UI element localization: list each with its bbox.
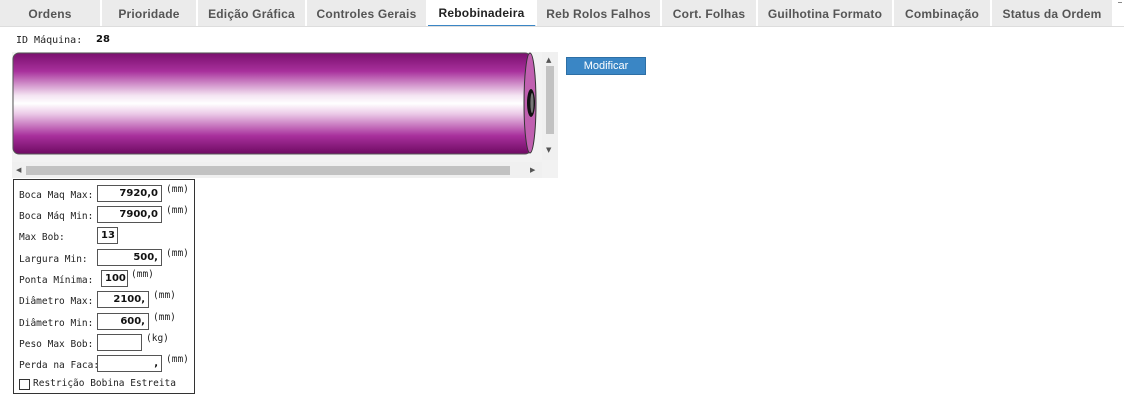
restricao-checkbox[interactable]	[19, 379, 30, 390]
scroll-right-icon[interactable]: ▶	[530, 166, 535, 174]
machine-parameters-panel: Boca Maq Max: 7920,0 (mm) Boca Máq Min: …	[13, 179, 195, 394]
diametro-max-input[interactable]: 2100,	[97, 291, 149, 308]
machine-id-label: ID Máquina:	[16, 35, 83, 46]
scroll-down-icon[interactable]: ▼	[546, 146, 551, 154]
tab-status-da-ordem[interactable]: Status da Ordem	[992, 0, 1113, 27]
field-unit: (mm)	[153, 312, 176, 323]
peso-max-bob-input[interactable]	[97, 334, 142, 351]
largura-min-input[interactable]: 500,	[97, 249, 162, 266]
field-label: Perda na Faca:	[19, 360, 100, 371]
field-label: Boca Máq Min:	[19, 211, 94, 222]
roll-viewer: ▲ ▼ ◀ ▶	[12, 52, 558, 178]
field-label: Diâmetro Max:	[19, 296, 94, 307]
field-unit: (mm)	[166, 354, 189, 365]
horizontal-scrollbar[interactable]: ◀ ▶	[12, 162, 542, 178]
tab-ordens[interactable]: Ordens	[0, 0, 101, 27]
tab-reb-rolos-falhos[interactable]: Reb Rolos Falhos	[537, 0, 661, 27]
field-unit: (mm)	[166, 248, 189, 259]
vertical-scroll-thumb[interactable]	[546, 66, 554, 134]
perda-na-faca-input[interactable]: ,	[97, 355, 162, 372]
scroll-left-icon[interactable]: ◀	[16, 166, 21, 174]
boca-maq-min-input[interactable]: 7900,0	[97, 206, 162, 223]
field-unit: (mm)	[153, 290, 176, 301]
field-unit: (mm)	[166, 205, 189, 216]
modify-button[interactable]: Modificar	[566, 57, 646, 75]
field-label: Largura Min:	[19, 254, 88, 265]
tab-controles-gerais[interactable]: Controles Gerais	[307, 0, 427, 27]
tab-guilhotina-formato[interactable]: Guilhotina Formato	[758, 0, 893, 27]
scroll-up-icon[interactable]: ▲	[546, 56, 551, 64]
ponta-minima-input[interactable]: 100	[101, 270, 128, 287]
horizontal-scroll-thumb[interactable]	[26, 166, 510, 175]
field-unit: (mm)	[166, 184, 189, 195]
machine-id-value: 28	[96, 34, 110, 45]
paper-roll-image	[12, 52, 537, 155]
tab-cort-folhas[interactable]: Cort. Folhas	[662, 0, 757, 27]
diametro-min-input[interactable]: 600,	[97, 313, 149, 330]
vertical-scrollbar[interactable]: ▲ ▼	[542, 52, 558, 160]
tab-edicao-grafica[interactable]: Edição Gráfica	[198, 0, 306, 27]
field-label: Max Bob:	[19, 232, 65, 243]
restricao-label: Restrição Bobina Estreita	[33, 378, 176, 389]
field-unit: (kg)	[146, 333, 169, 344]
field-label: Ponta Mínima:	[19, 275, 94, 286]
max-bob-input[interactable]: 13	[97, 227, 118, 244]
field-label: Diâmetro Min:	[19, 318, 94, 329]
tab-combinacao[interactable]: Combinação	[894, 0, 991, 27]
field-label: Boca Maq Max:	[19, 190, 94, 201]
tab-prioridade[interactable]: Prioridade	[102, 0, 197, 27]
tab-rebobinadeira[interactable]: Rebobinadeira	[428, 0, 536, 27]
tab-bar: Ordens Prioridade Edição Gráfica Control…	[0, 0, 1124, 27]
tab-divider	[0, 26, 1124, 27]
boca-maq-max-input[interactable]: 7920,0	[97, 185, 162, 202]
field-unit: (mm)	[131, 269, 154, 280]
corner-mark	[1118, 2, 1122, 3]
field-label: Peso Max Bob:	[19, 339, 94, 350]
